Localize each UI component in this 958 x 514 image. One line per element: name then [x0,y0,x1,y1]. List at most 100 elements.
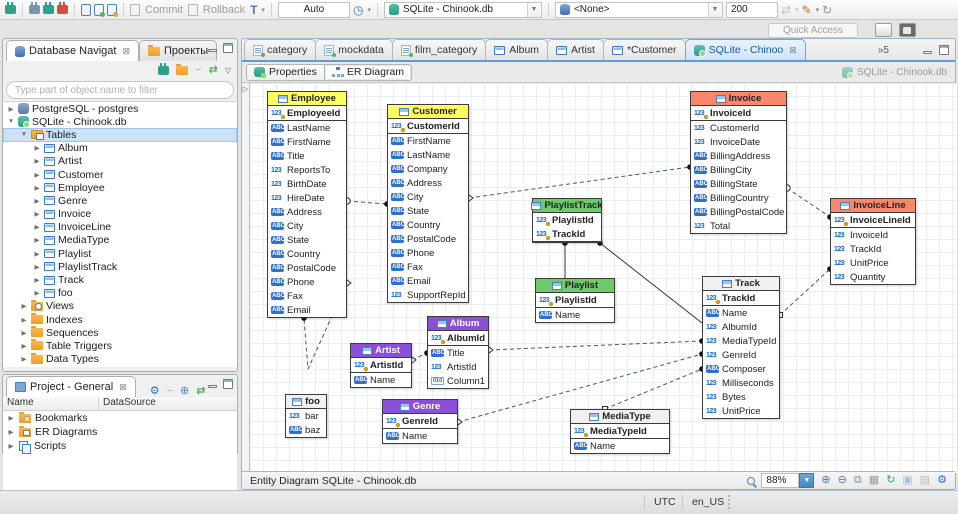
entity-column-lastname[interactable]: ABC LastName [388,148,468,162]
commit-button[interactable]: Commit [145,4,183,16]
column-header-name[interactable]: Name [3,397,99,410]
tab-properties[interactable]: Properties [246,63,325,81]
entity-playlisttrack[interactable]: PlaylistTrack 123 PlaylistId 123 TrackId [531,198,603,243]
sql-editor-icon[interactable] [81,3,91,16]
collapsed-arrow-icon[interactable]: ▶ [33,236,41,244]
relation-invoiceline-track[interactable] [779,268,831,316]
relation-customer-employee[interactable] [346,200,388,205]
navigator-filter-input[interactable] [6,81,234,99]
entity-column-albumid[interactable]: 123 AlbumId [428,331,488,345]
schema-combo-arrow-icon[interactable]: ▼ [707,2,721,17]
entity-header[interactable]: Artist [351,344,411,358]
locale-indicator[interactable]: en_US [684,495,732,509]
entity-column-playlistid[interactable]: 123 PlaylistId [533,213,601,227]
entity-column-genreid[interactable]: 123 GenreId [383,414,457,428]
entity-mediatype[interactable]: MediaType 123 MediaTypeId ABC Name [570,409,670,454]
commit-mode-combo[interactable]: Auto [277,1,350,18]
tree-item-tables[interactable]: ▼ Tables [3,128,237,142]
entity-column-bytes[interactable]: 123 Bytes [703,390,779,404]
tab-er-diagram[interactable]: ER Diagram [324,63,413,81]
relation-invoice-customer[interactable] [468,166,691,199]
entity-column-billingpostalcode[interactable]: ABC BillingPostalCode [691,205,786,219]
maximize-icon[interactable] [939,45,949,55]
entity-artist[interactable]: Artist 123 ArtistId ABC Name [350,343,412,388]
relation-invoiceline-invoice[interactable] [786,187,831,218]
zoom-out-icon[interactable]: ⊖ [838,475,847,486]
project-item-bookmarks[interactable]: ▶ Bookmarks [3,411,237,425]
tree-item-sequences[interactable]: ▶ Sequences [3,326,237,339]
tab-overflow-indicator[interactable]: »5 [878,45,889,56]
relation-playlisttrack-track[interactable] [599,242,703,324]
entity-track[interactable]: Track 123 TrackId ABC Name 123 AlbumId 123 Media… [702,276,780,419]
palette-strip[interactable]: ▷ [242,83,250,473]
entity-invoice[interactable]: Invoice 123 InvoiceId 123 CustomerId 123 Invoi… [690,91,787,234]
open-perspective-icon[interactable] [875,23,892,37]
collapsed-arrow-icon[interactable]: ▶ [20,355,28,363]
entity-header[interactable]: Invoice [691,92,786,106]
collapsed-arrow-icon[interactable]: ▶ [33,276,41,284]
close-icon[interactable]: ⊠ [122,46,130,57]
entity-column-bar[interactable]: 123 bar [286,409,326,423]
sql-console-icon[interactable] [107,3,118,17]
entity-column-mediatypeid[interactable]: 123 MediaTypeId [703,334,779,348]
editor-tab-album[interactable]: Album [485,39,549,60]
entity-foo[interactable]: foo 123 bar ABC baz [285,394,327,438]
entity-column-hiredate[interactable]: 123 HireDate [268,191,346,205]
entity-column-country[interactable]: ABC Country [268,247,346,261]
view-menu-icon[interactable]: ▽ [225,66,231,75]
collapsed-arrow-icon[interactable]: ▶ [33,144,41,152]
transaction-filter-icon[interactable]: T [250,3,257,17]
print-icon[interactable]: ▤ [920,475,930,486]
entity-column-billingcountry[interactable]: ABC BillingCountry [691,191,786,205]
entity-column-column1[interactable]: 010 Column1 [428,374,488,388]
entity-header[interactable]: foo [286,395,326,409]
tree-item-data-types[interactable]: ▶ Data Types [3,352,237,366]
editor-tab-category[interactable]: category [244,39,317,60]
entity-invoiceline[interactable]: InvoiceLine 123 InvoiceLineId 123 InvoiceId 1… [830,198,916,285]
project-item-scripts[interactable]: ▶ Scripts [3,439,237,454]
collapsed-arrow-icon[interactable]: ▶ [33,197,41,205]
entity-header[interactable]: Playlist [536,279,614,293]
project-item-er-diagrams[interactable]: ▶ ER Diagrams [3,425,237,439]
relation-track-mediatype[interactable] [604,368,703,410]
tree-item-track[interactable]: ▶ Track [3,273,237,286]
entity-column-invoiceid[interactable]: 123 InvoiceId [831,228,915,242]
expand-icon[interactable]: ⊕ [180,386,189,397]
collapsed-arrow-icon[interactable]: ▶ [33,263,41,271]
entity-column-city[interactable]: ABC City [268,219,346,233]
tree-item-artist[interactable]: ▶ Artist [3,155,237,168]
tab-projects[interactable]: Проекты [139,40,218,61]
entity-column-baz[interactable]: ABC baz [286,423,326,437]
settings-gear-icon[interactable]: ⚙ [150,386,160,397]
link-with-editor-icon[interactable]: ⇄ [209,65,218,76]
entity-column-playlistid[interactable]: 123 PlaylistId [536,293,614,307]
entity-column-invoiceid[interactable]: 123 InvoiceId [691,106,786,120]
palette-collapse-icon[interactable]: ▷ [243,86,248,93]
tree-item-playlist[interactable]: ▶ Playlist [3,247,237,260]
tree-item-table-triggers[interactable]: ▶ Table Triggers [3,339,237,352]
collapsed-arrow-icon[interactable]: ▶ [20,316,28,324]
entity-column-composer[interactable]: ABC Composer [703,362,779,376]
filter-dropdown-icon[interactable]: ▾ [261,6,265,14]
tree-item-playlisttrack[interactable]: ▶ PlaylistTrack [3,260,237,273]
entity-column-address[interactable]: ABC Address [388,176,468,190]
entity-column-invoicedate[interactable]: 123 InvoiceDate [691,135,786,149]
entity-header[interactable]: InvoiceLine [831,199,915,213]
entity-column-milliseconds[interactable]: 123 Milliseconds [703,376,779,390]
tree-item-mediatype[interactable]: ▶ MediaType [3,234,237,247]
entity-column-phone[interactable]: ABC Phone [268,275,346,289]
entity-column-state[interactable]: ABC State [268,233,346,247]
entity-column-genreid[interactable]: 123 GenreId [703,348,779,362]
entity-column-company[interactable]: ABC Company [388,162,468,176]
collapsed-arrow-icon[interactable]: ▶ [7,414,15,422]
search-icon[interactable] [747,476,756,485]
zoom-in-icon[interactable]: ⊕ [821,475,830,486]
zoom-level-combo[interactable]: 88% ▼ [761,473,815,488]
entity-column-billingstate[interactable]: ABC BillingState [691,177,786,191]
entity-column-quantity[interactable]: 123 Quantity [831,270,915,284]
tree-item-views[interactable]: ▶ Views [3,299,237,313]
tree-item-sqlite-chinook-db[interactable]: ▼ SQLite - Chinook.db [3,115,237,129]
active-schema-combo[interactable]: <None> ▼ [554,1,723,18]
entity-column-employeeid[interactable]: 123 EmployeeId [268,106,346,120]
tab-project-general[interactable]: Project - General ⊠ [6,376,136,397]
